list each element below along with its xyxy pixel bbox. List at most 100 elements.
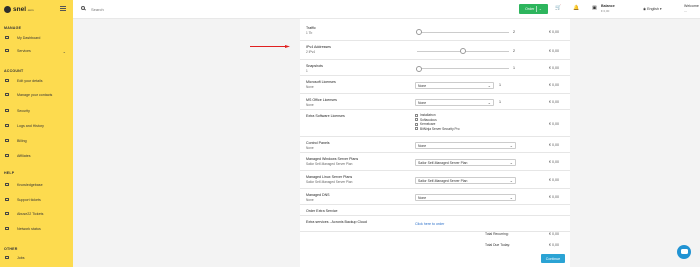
option-subtitle: None	[306, 145, 314, 150]
total-due-value: € 0,00	[549, 243, 559, 247]
chevron-down-icon: ⌄	[509, 177, 513, 183]
sidebar-item[interactable]: Jobs	[4, 253, 70, 262]
sidebar-item[interactable]: Services ⌄	[4, 46, 70, 55]
option-price: € 0,00	[549, 160, 559, 164]
sidebar-item[interactable]: Security	[4, 106, 70, 115]
quantity-slider[interactable]	[417, 48, 509, 54]
sidebar: snel .com MANAGE My Dashboard Services ⌄ ACC…	[0, 0, 73, 267]
option-title: Managed Windows Server Plans	[306, 157, 359, 161]
chevron-down-icon: ⌄	[62, 48, 66, 54]
sidebar-item-label: Logs and History	[17, 123, 44, 128]
option-subtitle: None	[306, 197, 314, 202]
welcome-label[interactable]: Welcome	[684, 4, 699, 8]
option-subtitle: Sailor Self-Managed Server Plan	[306, 179, 353, 184]
config-row-label: Control Panels None	[306, 141, 330, 150]
sidebar-item[interactable]: Abuse22 Tickets	[4, 209, 70, 218]
checkbox-icon	[415, 118, 418, 122]
cart-icon[interactable]: 🛒	[555, 6, 561, 11]
balance-value: € 0,00	[601, 9, 610, 13]
bell-icon[interactable]: 🔔	[573, 6, 579, 11]
option-title: Extra services - Acronis Backup Cloud	[306, 220, 367, 224]
slider-handle[interactable]	[415, 29, 422, 35]
chevron-down-icon: ⌄	[509, 142, 513, 148]
option-select[interactable]: None ⌄	[415, 81, 494, 89]
option-title: Microsoft Licenses	[306, 80, 336, 84]
select-value: None	[418, 100, 427, 105]
sidebar-item[interactable]: Knowledgebase	[4, 180, 70, 189]
config-row-label: Extra Software Licenses	[306, 114, 345, 119]
balance-label[interactable]: Balance	[601, 4, 615, 8]
sidebar-item[interactable]: Billing	[4, 136, 70, 145]
billing-icon	[4, 139, 10, 143]
search-input[interactable]	[91, 5, 211, 13]
config-row: Microsoft Licenses None None ⌄ 1 € 0,00	[300, 76, 570, 94]
option-select[interactable]: None ⌄	[415, 141, 516, 149]
option-select[interactable]: None ⌄	[415, 98, 494, 106]
select-value: None	[418, 195, 427, 200]
quantity-slider[interactable]	[415, 65, 509, 72]
quantity-slider[interactable]	[415, 29, 509, 35]
quantity-input[interactable]: 1	[499, 83, 501, 87]
sidebar-item[interactable]: Affiliates	[4, 151, 70, 160]
config-row-label: Microsoft Licenses None	[306, 80, 336, 89]
select-value: None	[418, 83, 427, 88]
checkbox-icon	[415, 127, 418, 131]
welcome-sub: —	[684, 9, 687, 13]
sidebar-heading: HELP	[4, 171, 15, 175]
sidebar-heading: ACCOUNT	[4, 69, 24, 73]
sidebar-item[interactable]: Support tickets	[4, 195, 70, 204]
option-price: € 0,00	[549, 83, 559, 87]
continue-button[interactable]: Continue	[541, 254, 565, 263]
wallet-icon[interactable]: ▣	[592, 6, 597, 11]
logo-mark-icon	[4, 5, 11, 13]
config-row-label: MS Office Licenses None	[306, 98, 337, 107]
language-label: English	[647, 7, 659, 11]
chevron-down-icon: ⌄	[538, 7, 542, 11]
brand-logo[interactable]: snel .com	[4, 4, 34, 14]
option-price: € 0,00	[549, 121, 559, 126]
topbar: Order ⌄ 🛒 🔔 ▣ Balance € 0,00 ◉ English ▾…	[73, 0, 700, 19]
sidebar-item-label: Support tickets	[17, 197, 41, 202]
config-row: Managed Windows Server Plans Sailor Self-…	[300, 153, 570, 171]
config-row: Extra Software Licenses Installatron Softa…	[300, 110, 570, 137]
tickets-icon	[4, 198, 10, 202]
continue-button-label: Continue	[545, 256, 561, 261]
config-row: Order Extra Service	[300, 205, 570, 216]
affiliates-icon	[4, 154, 10, 158]
chat-icon	[680, 249, 688, 254]
language-selector[interactable]: ◉ English ▾	[643, 7, 662, 11]
chat-button[interactable]	[677, 245, 691, 259]
option-select[interactable]: Sailor Self-Managed Server Plan ⌄	[415, 176, 516, 184]
sidebar-item-label: My Dashboard	[17, 35, 41, 40]
quantity-input[interactable]: 1	[499, 100, 501, 104]
contacts-icon	[4, 93, 10, 97]
sidebar-item-label: Security	[17, 108, 30, 113]
slider-value: 2	[513, 48, 515, 53]
config-row-label: Order Extra Service	[306, 209, 338, 214]
network-icon	[4, 227, 10, 231]
slider-handle[interactable]	[415, 65, 422, 72]
search-icon[interactable]	[81, 6, 85, 10]
knowledgebase-icon	[4, 183, 10, 187]
option-price: € 0,00	[549, 195, 559, 199]
checkbox-icon	[415, 113, 418, 117]
menu-toggle-icon[interactable]	[60, 6, 66, 11]
sidebar-item-label: Manage your contacts	[17, 92, 53, 97]
sidebar-item[interactable]: Network status	[4, 224, 70, 233]
option-price: € 0,00	[549, 29, 559, 34]
license-checkbox[interactable]: BitNinja Server Security Pro	[415, 127, 460, 132]
sidebar-item[interactable]: Edit your details	[4, 76, 70, 85]
option-select[interactable]: Sailor Self-Managed Server Plan ⌄	[415, 158, 516, 166]
sidebar-item[interactable]: Manage your contacts	[4, 90, 70, 99]
option-select[interactable]: None ⌄	[415, 193, 516, 201]
config-panel: Traffic 1 Tb 2 € 0,00 IPv4 Addresses 2 IPv4 2 €…	[300, 19, 570, 267]
order-button[interactable]: Order ⌄	[519, 4, 548, 14]
config-row-label: Traffic 1 Tb	[306, 26, 316, 35]
brand-name: snel	[13, 5, 27, 13]
option-subtitle: 1 Tb	[306, 30, 313, 35]
option-title: Extra Software Licenses	[306, 114, 345, 118]
sidebar-item[interactable]: Logs and History	[4, 121, 70, 130]
order-link[interactable]: Click here to order	[415, 222, 444, 226]
slider-handle[interactable]	[460, 48, 466, 54]
sidebar-item[interactable]: My Dashboard	[4, 33, 70, 42]
